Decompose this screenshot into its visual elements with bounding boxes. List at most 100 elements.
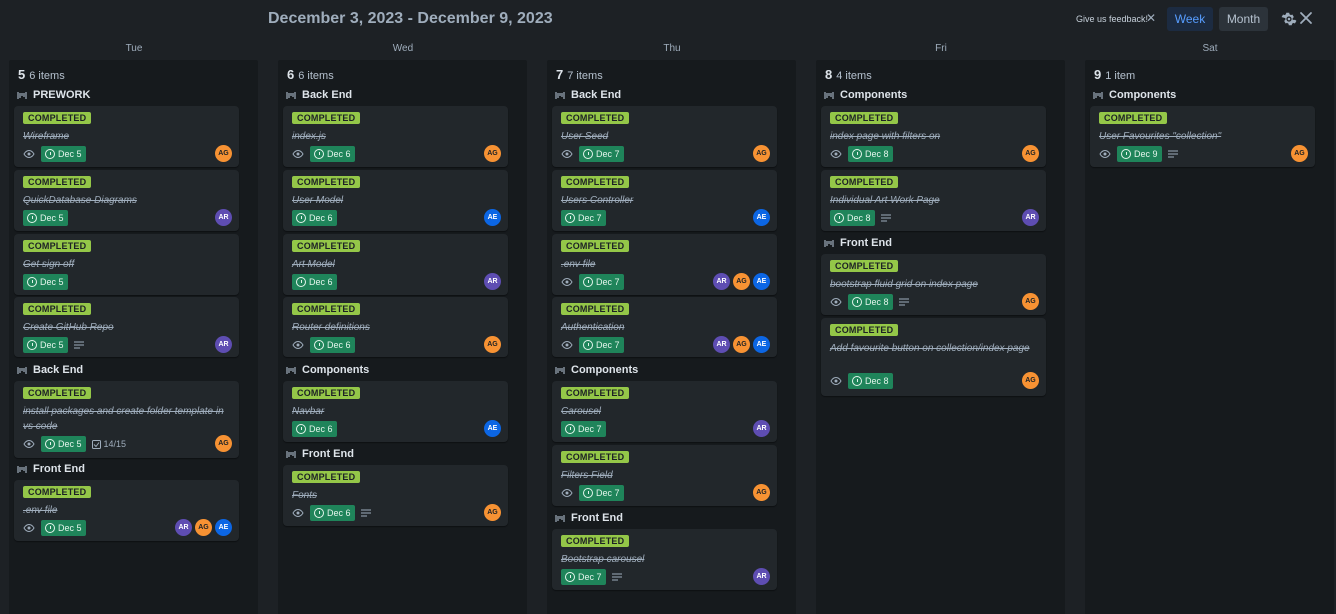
feedback-link[interactable]: Give us feedback!: [1076, 14, 1148, 24]
due-date-badge[interactable]: Dec 8: [848, 373, 893, 389]
task-card[interactable]: COMPLETED User Model Dec 6 AE: [283, 170, 508, 231]
due-date-badge[interactable]: Dec 6: [310, 505, 355, 521]
close-icon[interactable]: [1298, 10, 1314, 31]
status-badge: COMPLETED: [23, 240, 92, 252]
day-column-sat: 91 item Components COMPLETED User Favour…: [1085, 60, 1334, 614]
avatar[interactable]: AE: [753, 273, 770, 290]
day-column-header: 84 items: [825, 67, 872, 82]
watch-icon: [561, 149, 573, 159]
avatar[interactable]: AE: [484, 420, 501, 437]
avatar[interactable]: AR: [1022, 209, 1039, 226]
avatar[interactable]: AR: [713, 336, 730, 353]
gear-icon[interactable]: [1280, 10, 1298, 33]
task-card[interactable]: COMPLETED Navbar Dec 6 AE: [283, 381, 508, 442]
avatar[interactable]: AE: [753, 336, 770, 353]
task-card[interactable]: COMPLETED Router definitions Dec 6 AG: [283, 297, 508, 357]
due-date-badge[interactable]: Dec 6: [310, 146, 355, 162]
avatar[interactable]: AG: [215, 435, 232, 452]
task-card[interactable]: COMPLETED User Favourites "collection" D…: [1090, 106, 1315, 167]
day-column-wed: 66 items Back End COMPLETED index.js Dec…: [278, 60, 527, 614]
due-date-badge[interactable]: Dec 7: [579, 485, 624, 501]
task-card[interactable]: COMPLETED Wireframe Dec 5 AG: [14, 106, 239, 167]
due-date-badge[interactable]: Dec 5: [23, 274, 68, 290]
task-card[interactable]: COMPLETED install packages and create fo…: [14, 381, 239, 458]
due-date-badge[interactable]: Dec 7: [579, 146, 624, 162]
task-card[interactable]: COMPLETED Carousel Dec 7 AR: [552, 381, 777, 442]
task-card[interactable]: COMPLETED Individual Art Work Page Dec 8…: [821, 170, 1046, 231]
day-column-tue: 56 items PREWORK COMPLETED Wireframe Dec…: [9, 60, 258, 614]
avatar[interactable]: AR: [753, 568, 770, 585]
avatar[interactable]: AR: [753, 420, 770, 437]
avatar[interactable]: AG: [484, 504, 501, 521]
close-icon[interactable]: ✕: [1146, 11, 1156, 25]
avatar[interactable]: AE: [215, 519, 232, 536]
avatar[interactable]: AG: [1022, 293, 1039, 310]
month-view-button[interactable]: Month: [1219, 7, 1268, 31]
avatar[interactable]: AR: [713, 273, 730, 290]
due-date-badge[interactable]: Dec 9: [1117, 146, 1162, 162]
avatar[interactable]: AG: [1291, 145, 1308, 162]
due-date-badge[interactable]: Dec 6: [292, 421, 337, 437]
due-date-badge[interactable]: Dec 7: [561, 569, 606, 585]
avatar[interactable]: AG: [753, 484, 770, 501]
avatar[interactable]: AR: [215, 209, 232, 226]
avatar[interactable]: AG: [733, 336, 750, 353]
card-title: User Favourites "collection": [1099, 131, 1222, 142]
avatar[interactable]: AG: [1022, 145, 1039, 162]
due-date-badge[interactable]: Dec 7: [579, 337, 624, 353]
task-card[interactable]: COMPLETED .env file Dec 7 AR AG AE: [552, 234, 777, 295]
task-card[interactable]: COMPLETED Filters Field Dec 7 AG: [552, 445, 777, 506]
task-card[interactable]: COMPLETED index.js Dec 6 AG: [283, 106, 508, 167]
due-date-badge[interactable]: Dec 6: [292, 210, 337, 226]
avatar[interactable]: AR: [175, 519, 192, 536]
due-date-badge[interactable]: Dec 5: [23, 210, 68, 226]
task-card[interactable]: COMPLETED Fonts Dec 6 AG: [283, 465, 508, 526]
clock-icon: [296, 424, 306, 434]
description-icon: [1167, 150, 1178, 158]
avatar[interactable]: AR: [484, 273, 501, 290]
avatar[interactable]: AG: [753, 145, 770, 162]
card-title: Filters Field: [561, 470, 613, 481]
card-title: bootstrap fluid grid on index page: [830, 279, 978, 290]
task-card[interactable]: COMPLETED Add favourite button on collec…: [821, 318, 1046, 396]
due-date-badge[interactable]: Dec 7: [579, 274, 624, 290]
avatar[interactable]: AG: [1022, 372, 1039, 389]
due-date-badge[interactable]: Dec 7: [561, 210, 606, 226]
task-card[interactable]: COMPLETED User Seed Dec 7 AG: [552, 106, 777, 167]
watch-icon: [830, 149, 842, 159]
due-date-badge[interactable]: Dec 8: [830, 210, 875, 226]
task-card[interactable]: COMPLETED Create GitHub Repo Dec 5 AR: [14, 297, 239, 357]
due-date-badge[interactable]: Dec 8: [848, 146, 893, 162]
task-card[interactable]: COMPLETED Art Model Dec 6 AR: [283, 234, 508, 295]
due-date-badge[interactable]: Dec 5: [41, 436, 86, 452]
task-card[interactable]: COMPLETED Users Controller Dec 7 AE: [552, 170, 777, 231]
avatar[interactable]: AG: [215, 145, 232, 162]
task-card[interactable]: COMPLETED QuickDatabase Diagrams Dec 5 A…: [14, 170, 239, 231]
task-card[interactable]: COMPLETED Get sign off Dec 5: [14, 234, 239, 295]
due-date-badge[interactable]: Dec 5: [41, 520, 86, 536]
due-date-badge[interactable]: Dec 6: [292, 274, 337, 290]
due-date-badge[interactable]: Dec 8: [848, 294, 893, 310]
list-icon: [17, 366, 27, 374]
list-group-back-end: Back End: [555, 89, 621, 101]
avatar[interactable]: AE: [484, 209, 501, 226]
day-column-thu: 77 items Back End COMPLETED User Seed De…: [547, 60, 796, 614]
task-card[interactable]: COMPLETED bootstrap fluid grid on index …: [821, 254, 1046, 315]
avatar[interactable]: AR: [215, 336, 232, 353]
task-card[interactable]: COMPLETED index page with filters on Dec…: [821, 106, 1046, 167]
week-view-button[interactable]: Week: [1167, 7, 1213, 31]
list-group-front-end: Front End: [824, 237, 892, 249]
due-date-badge[interactable]: Dec 7: [561, 421, 606, 437]
due-date-badge[interactable]: Dec 5: [41, 146, 86, 162]
avatar[interactable]: AG: [733, 273, 750, 290]
avatar[interactable]: AE: [753, 209, 770, 226]
status-badge: COMPLETED: [292, 176, 361, 188]
avatar[interactable]: AG: [195, 519, 212, 536]
avatar[interactable]: AG: [484, 145, 501, 162]
avatar[interactable]: AG: [484, 336, 501, 353]
task-card[interactable]: COMPLETED .env file Dec 5 AR AG AE: [14, 480, 239, 541]
task-card[interactable]: COMPLETED Authentication Dec 7 AR AG AE: [552, 297, 777, 357]
due-date-badge[interactable]: Dec 5: [23, 337, 68, 353]
due-date-badge[interactable]: Dec 6: [310, 337, 355, 353]
task-card[interactable]: COMPLETED Bootstrap carousel Dec 7 AR: [552, 529, 777, 590]
